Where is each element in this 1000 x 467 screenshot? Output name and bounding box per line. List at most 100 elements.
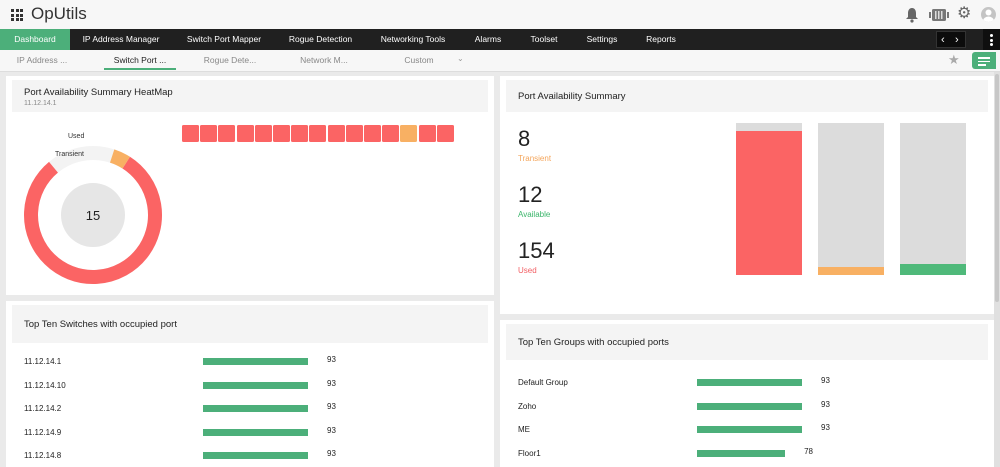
tab-network-monitor[interactable]: Network M...	[290, 50, 358, 70]
panel-header: Port Availability Summary HeatMap 11.12.…	[12, 80, 488, 112]
used-bar-fill	[736, 130, 802, 275]
heatmap-cell-used[interactable]	[364, 125, 381, 142]
nav-rogue-detection[interactable]: Rogue Detection	[283, 29, 358, 50]
panel-title: Port Availability Summary	[518, 91, 626, 102]
heatmap-cell-used[interactable]	[291, 125, 309, 142]
used-label: Used	[518, 266, 537, 275]
heatmap-cell-used[interactable]	[327, 125, 345, 142]
used-bar	[736, 123, 802, 275]
list-item-name: 11.12.14.10	[24, 380, 66, 390]
main-nav: Dashboard IP Address Manager Switch Port…	[0, 29, 1000, 50]
heatmap-cell-used[interactable]	[382, 125, 400, 142]
chevron-down-icon[interactable]: ⌄	[457, 54, 465, 63]
nav-dashboard[interactable]: Dashboard	[0, 29, 70, 50]
transient-bar	[818, 123, 884, 275]
tab-rogue-detection[interactable]: Rogue Dete...	[196, 50, 264, 70]
page-scrollbar[interactable]	[994, 72, 1000, 467]
heatmap-panel: Port Availability Summary HeatMap 11.12.…	[6, 76, 494, 295]
panel-title: Top Ten Switches with occupied port	[24, 319, 177, 330]
available-label: Available	[518, 210, 551, 219]
list-item-bar	[697, 402, 802, 410]
heatmap-cell-used[interactable]	[254, 125, 272, 142]
list-item-value: 93	[327, 425, 336, 435]
bell-icon[interactable]	[905, 7, 919, 23]
availability-summary-panel: Port Availability Summary 8 Transient 12…	[500, 76, 994, 314]
list-item-value: 93	[327, 378, 336, 388]
heatmap-cell-used[interactable]	[418, 125, 436, 142]
tab-ip-address[interactable]: IP Address ...	[8, 50, 76, 70]
list-item-name: ME	[518, 425, 530, 434]
nav-ip-address-manager[interactable]: IP Address Manager	[78, 29, 164, 50]
list-item-bar	[697, 426, 802, 433]
chevron-right-icon[interactable]: ›	[955, 33, 959, 47]
list-item-value: 93	[327, 355, 336, 364]
donut-center-value: 15	[86, 208, 100, 223]
transient-count: 8	[518, 126, 531, 151]
list-item-bar	[203, 405, 308, 413]
nav-alarms[interactable]: Alarms	[468, 29, 508, 50]
list-item-name: Default Group	[518, 378, 568, 387]
nav-networking-tools[interactable]: Networking Tools	[374, 29, 452, 50]
list-item-name: 11.12.14.9	[24, 427, 62, 437]
list-item-value: 78	[804, 446, 813, 456]
heatmap-cell-used[interactable]	[436, 125, 454, 142]
top-switches-panel: Top Ten Switches with occupied port 11.1…	[6, 301, 494, 467]
list-item-name: Zoho	[518, 401, 537, 411]
top-groups-panel: Top Ten Groups with occupied ports Defau…	[500, 320, 994, 467]
tab-switch-port[interactable]: Switch Port ...	[104, 50, 176, 70]
list-item-value: 93	[821, 423, 830, 432]
nav-settings[interactable]: Settings	[580, 29, 624, 50]
list-item-name: Floor1	[518, 448, 541, 458]
nav-reports[interactable]: Reports	[640, 29, 682, 50]
panel-title: Port Availability Summary HeatMap	[24, 87, 173, 98]
active-tab-indicator	[104, 68, 176, 70]
used-count: 154	[518, 238, 555, 263]
transient-label: Transient	[518, 154, 552, 163]
list-item-bar	[203, 358, 308, 365]
list-item-value: 93	[821, 376, 830, 385]
heatmap-cell-transient[interactable]	[400, 125, 418, 142]
server-icon[interactable]	[928, 7, 950, 23]
star-icon[interactable]: ★	[948, 52, 960, 68]
panel-subtitle: 11.12.14.1	[24, 100, 57, 107]
heatmap-cell-used[interactable]	[273, 125, 290, 142]
panel-header: Top Ten Groups with occupied ports	[506, 324, 988, 360]
transient-bar-fill	[818, 267, 884, 275]
heatmap-cell-used[interactable]	[309, 125, 327, 142]
heatmap-cell-used[interactable]	[182, 125, 199, 142]
dashboard-tabs: IP Address ... Switch Port ... Rogue Det…	[0, 50, 1000, 72]
apps-grid-icon[interactable]	[11, 9, 23, 21]
user-avatar-icon[interactable]	[981, 7, 996, 22]
port-donut-chart: 15	[24, 146, 162, 284]
list-item-value: 93	[821, 399, 830, 409]
donut-transient-arc	[109, 149, 130, 169]
available-bar	[900, 123, 966, 275]
list-item-bar	[203, 452, 308, 460]
donut-used-label: Used	[68, 133, 85, 140]
panel-title: Top Ten Groups with occupied ports	[518, 337, 669, 348]
heatmap-cell-used[interactable]	[200, 125, 218, 142]
panel-header: Port Availability Summary	[506, 80, 988, 112]
tab-custom[interactable]: Custom	[390, 50, 448, 70]
nav-switch-port-mapper[interactable]: Switch Port Mapper	[180, 29, 268, 50]
donut-transient-label: Transient	[55, 151, 84, 158]
nav-scroll-arrows: ‹ ›	[936, 31, 966, 48]
panel-header: Top Ten Switches with occupied port	[12, 305, 488, 343]
heatmap-cell-used[interactable]	[236, 125, 254, 142]
nav-toolset[interactable]: Toolset	[524, 29, 564, 50]
gear-icon[interactable]: ⚙	[957, 5, 971, 22]
list-item-value: 93	[327, 449, 336, 459]
list-item-bar	[697, 449, 786, 457]
more-vertical-icon[interactable]	[983, 29, 1000, 50]
list-item-value: 93	[327, 402, 336, 412]
available-bar-fill	[900, 264, 966, 275]
list-item-bar	[203, 428, 308, 436]
widget-menu-button[interactable]	[972, 52, 996, 69]
list-item-name: 11.12.14.1	[24, 357, 62, 366]
list-item-bar	[203, 381, 308, 389]
heatmap-cell-used[interactable]	[345, 125, 363, 142]
chevron-left-icon[interactable]: ‹	[941, 33, 945, 47]
list-item-name: 11.12.14.8	[24, 451, 62, 461]
app-title: OpUtils	[31, 4, 87, 23]
heatmap-cell-used[interactable]	[218, 125, 236, 142]
